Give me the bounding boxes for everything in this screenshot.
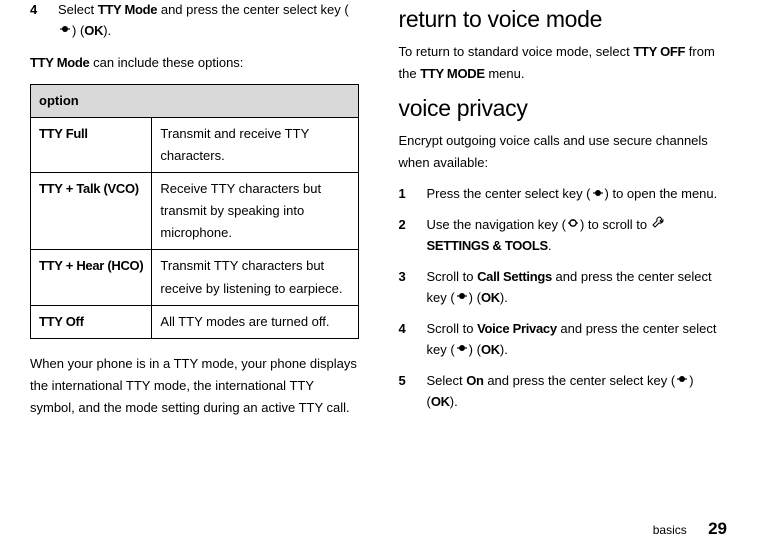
step: 2Use the navigation key ( ) to scroll to …: [399, 215, 728, 257]
text: Use the navigation key (: [427, 217, 566, 232]
table-row: TTY + Hear (HCO) Transmit TTY characters…: [31, 250, 359, 305]
heading-voice-privacy: voice privacy: [399, 95, 728, 122]
step-text: Press the center select key ( ) to open t…: [427, 184, 728, 205]
center-select-key-icon: [675, 371, 689, 392]
text: .: [548, 238, 552, 253]
row-desc: Receive TTY characters but transmit by s…: [152, 173, 358, 250]
tty-mode-intro: TTY Mode can include these options:: [30, 52, 359, 74]
step: 3Scroll to Call Settings and press the c…: [399, 267, 728, 309]
center-select-key-icon: [455, 340, 469, 361]
table-header-row: option: [31, 84, 359, 117]
step-number: 2: [399, 215, 427, 257]
text: can include these options:: [89, 55, 243, 70]
center-select-key-icon: [455, 288, 469, 309]
step-number: 3: [399, 267, 427, 309]
text: To return to standard voice mode, select: [399, 44, 634, 59]
text: ) (: [72, 23, 84, 38]
voice-privacy-steps: 1Press the center select key ( ) to open …: [399, 184, 728, 412]
step-number: 1: [399, 184, 427, 205]
bold-label: TTY Mode: [98, 2, 157, 17]
text: ).: [500, 290, 508, 305]
page-content: 4 Select TTY Mode and press the center s…: [30, 0, 727, 500]
text: ) to open the menu.: [605, 186, 718, 201]
text: and press the center select key (: [157, 2, 348, 17]
step: 4Scroll to Voice Privacy and press the c…: [399, 319, 728, 361]
text: ).: [103, 23, 111, 38]
center-select-key-icon: [58, 21, 72, 42]
bold-label: OK: [481, 342, 500, 357]
row-label: TTY + Hear (HCO): [31, 250, 152, 305]
text: ).: [500, 342, 508, 357]
page-footer: basics 29: [653, 519, 727, 539]
text: Select: [58, 2, 98, 17]
right-column: return to voice mode To return to standa…: [399, 0, 728, 500]
tools-icon: [651, 215, 665, 236]
bold-label: TTY Mode: [30, 55, 89, 70]
row-label: TTY + Talk (VCO): [31, 173, 152, 250]
bold-label: SETTINGS & TOOLS: [427, 238, 548, 253]
step-4: 4 Select TTY Mode and press the center s…: [30, 0, 359, 42]
page-number: 29: [708, 519, 727, 538]
step-text: Scroll to Call Settings and press the ce…: [427, 267, 728, 309]
bold-label: OK: [481, 290, 500, 305]
bold-label: Voice Privacy: [477, 321, 557, 336]
bold-label: TTY OFF: [633, 44, 685, 59]
step-number: 4: [399, 319, 427, 361]
table-row: TTY Full Transmit and receive TTY charac…: [31, 117, 359, 172]
text: ) to scroll to: [580, 217, 651, 232]
row-desc: Transmit TTY characters but receive by l…: [152, 250, 358, 305]
text: Scroll to: [427, 269, 478, 284]
step-text: Select TTY Mode and press the center sel…: [58, 0, 359, 42]
table-header: option: [31, 84, 359, 117]
text: Press the center select key (: [427, 186, 591, 201]
heading-return-to-voice: return to voice mode: [399, 6, 728, 33]
bold-label: OK: [431, 394, 450, 409]
step-text: Select On and press the center select ke…: [427, 371, 728, 413]
row-label: TTY Off: [31, 305, 152, 338]
bold-label: Call Settings: [477, 269, 552, 284]
text: menu.: [485, 66, 525, 81]
text: Scroll to: [427, 321, 478, 336]
step-text: Use the navigation key ( ) to scroll to S…: [427, 215, 728, 257]
bold-label: On: [466, 373, 483, 388]
text: Select: [427, 373, 467, 388]
row-label: TTY Full: [31, 117, 152, 172]
row-desc: Transmit and receive TTY characters.: [152, 117, 358, 172]
table-row: TTY Off All TTY modes are turned off.: [31, 305, 359, 338]
step-number: 5: [399, 371, 427, 413]
text: ) (: [469, 342, 481, 357]
section-name: basics: [653, 523, 687, 537]
text: ).: [450, 394, 458, 409]
navigation-key-icon: [566, 215, 580, 236]
vp-intro: Encrypt outgoing voice calls and use sec…: [399, 130, 728, 174]
text: ) (: [469, 290, 481, 305]
bold-label: TTY MODE: [420, 66, 485, 81]
center-select-key-icon: [591, 185, 605, 206]
bold-label: OK: [84, 23, 103, 38]
row-desc: All TTY modes are turned off.: [152, 305, 358, 338]
tty-after-paragraph: When your phone is in a TTY mode, your p…: [30, 353, 359, 419]
step: 1Press the center select key ( ) to open …: [399, 184, 728, 205]
step-number: 4: [30, 0, 58, 42]
step-text: Scroll to Voice Privacy and press the ce…: [427, 319, 728, 361]
left-column: 4 Select TTY Mode and press the center s…: [30, 0, 359, 500]
step: 5Select On and press the center select k…: [399, 371, 728, 413]
return-paragraph: To return to standard voice mode, select…: [399, 41, 728, 85]
text: and press the center select key (: [484, 373, 675, 388]
table-row: TTY + Talk (VCO) Receive TTY characters …: [31, 173, 359, 250]
tty-options-table: option TTY Full Transmit and receive TTY…: [30, 84, 359, 339]
